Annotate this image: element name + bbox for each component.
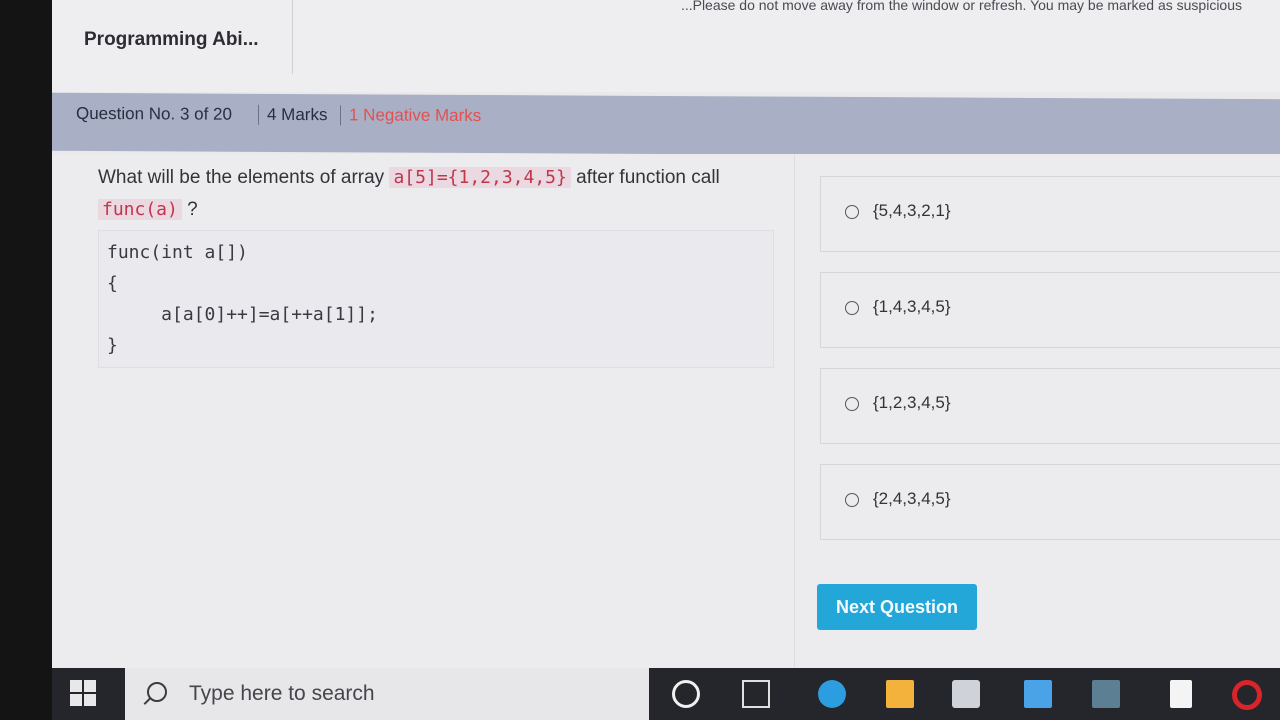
option-1[interactable]: {5,4,3,2,1} xyxy=(820,176,1280,252)
question-text: What will be the elements of array a[5]=… xyxy=(98,162,758,226)
question-number: Question No. 3 of 20 xyxy=(76,103,232,124)
radio-icon[interactable] xyxy=(845,301,859,315)
question-marks: 4 Marks xyxy=(258,104,328,126)
taskbar: Type here to search xyxy=(52,668,1280,720)
radio-icon[interactable] xyxy=(845,493,859,507)
option-label: {1,2,3,4,5} xyxy=(873,393,951,412)
question-text-middle: after function call xyxy=(570,167,720,188)
search-icon xyxy=(147,682,167,702)
search-placeholder: Type here to search xyxy=(189,682,375,705)
taskbar-search[interactable]: Type here to search xyxy=(125,668,649,720)
radio-icon[interactable] xyxy=(845,397,859,411)
start-icon[interactable] xyxy=(70,680,98,708)
option-4[interactable]: {2,4,3,4,5} xyxy=(820,464,1280,540)
code-snippet: func(int a[]) { a[a[0]++]=a[++a[1]]; } xyxy=(107,242,378,356)
question-content: What will be the elements of array a[5]=… xyxy=(52,154,1280,668)
task-view-icon[interactable] xyxy=(742,680,770,708)
option-label: {2,4,3,4,5} xyxy=(873,489,951,508)
next-question-button[interactable]: Next Question xyxy=(817,584,977,630)
option-3[interactable]: {1,2,3,4,5} xyxy=(820,368,1280,444)
negative-marks: 1 Negative Marks xyxy=(340,105,482,127)
warning-message: ...Please do not move away from the wind… xyxy=(680,0,1242,13)
exam-header: Programming Abi... ...Please do not move… xyxy=(52,0,1280,92)
option-label: {5,4,3,2,1} xyxy=(873,201,951,220)
divider xyxy=(794,154,795,668)
exam-title: Programming Abi... xyxy=(84,29,259,50)
photos-icon[interactable] xyxy=(1092,680,1120,708)
question-bar: Question No. 3 of 20 4 Marks 1 Negative … xyxy=(52,92,1280,158)
edge-icon[interactable] xyxy=(818,680,846,708)
option-2[interactable]: {1,4,3,4,5} xyxy=(820,272,1280,348)
radio-icon[interactable] xyxy=(845,205,859,219)
question-text-before: What will be the elements of array xyxy=(98,167,390,188)
question-text-after: ? xyxy=(181,199,198,220)
cortana-icon[interactable] xyxy=(672,680,700,708)
file-icon[interactable] xyxy=(1170,680,1192,708)
store-icon[interactable] xyxy=(952,680,980,708)
mail-icon[interactable] xyxy=(1024,680,1052,708)
array-code: a[5]={1,2,3,4,5} xyxy=(389,167,571,188)
exam-tab[interactable]: Programming Abi... xyxy=(52,0,293,74)
opera-icon[interactable] xyxy=(1232,680,1262,710)
code-block: func(int a[]) { a[a[0]++]=a[++a[1]]; } xyxy=(98,230,774,368)
option-label: {1,4,3,4,5} xyxy=(873,297,951,316)
browser-viewport: Programming Abi... ...Please do not move… xyxy=(52,0,1280,668)
file-explorer-icon[interactable] xyxy=(886,680,914,708)
call-code: func(a) xyxy=(98,199,182,220)
